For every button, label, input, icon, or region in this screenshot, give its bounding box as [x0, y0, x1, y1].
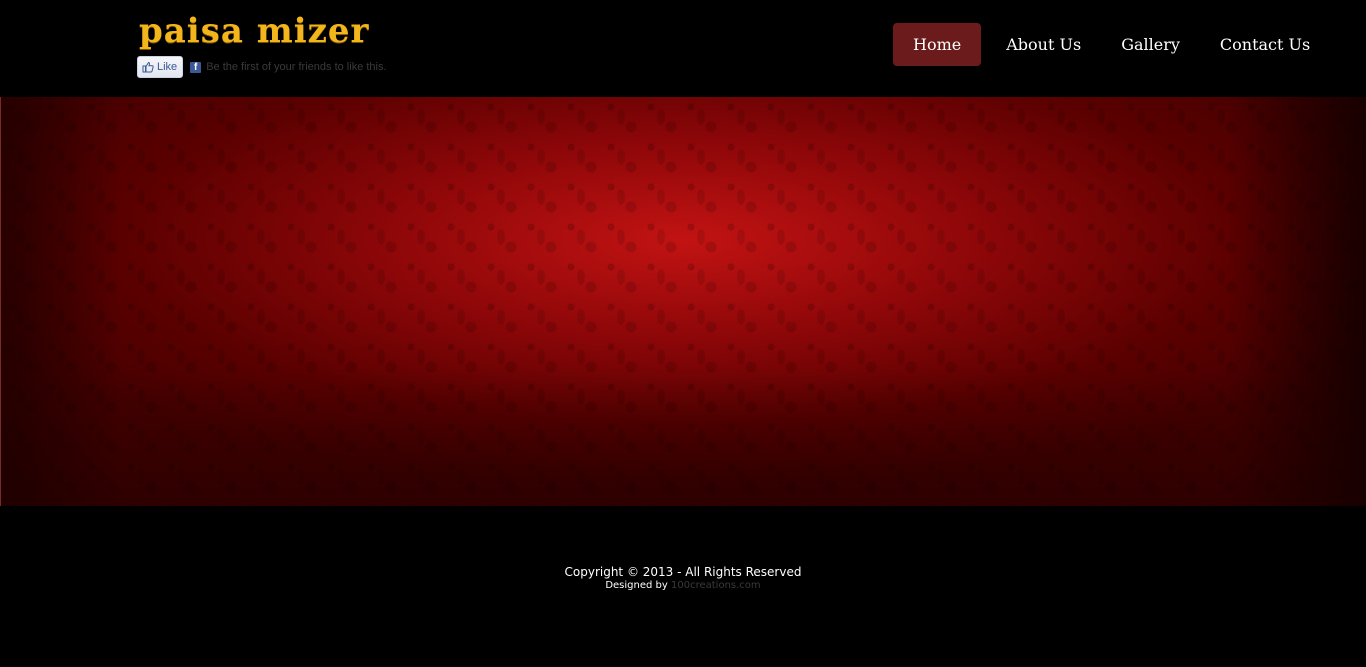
nav-item-contact-us[interactable]: Contact Us	[1200, 23, 1330, 66]
facebook-like-button[interactable]: Like	[137, 56, 184, 78]
facebook-icon: f	[190, 61, 202, 73]
facebook-like-label: Like	[157, 61, 178, 73]
nav-item-home[interactable]: Home	[893, 23, 982, 66]
nav-item-about-us[interactable]: About Us	[986, 23, 1101, 66]
nav-item-gallery[interactable]: Gallery	[1101, 23, 1200, 66]
site-header: paisa mizer Like f Be the first of your …	[0, 0, 1366, 97]
thumbs-up-icon	[142, 61, 154, 73]
facebook-like-widget: Like f Be the first of your friends to l…	[137, 56, 387, 78]
page: paisa mizer Like f Be the first of your …	[0, 0, 1366, 667]
designer-link[interactable]: 100creations.com	[671, 580, 761, 591]
main-navigation: Home About Us Gallery Contact Us	[893, 23, 1330, 66]
designed-by-line: Designed by 100creations.com	[0, 580, 1366, 591]
hero-banner	[0, 97, 1366, 506]
facebook-social-text: Be the first of your friends to like thi…	[206, 61, 387, 73]
site-logo[interactable]: paisa mizer	[139, 9, 369, 53]
site-footer: Copyright © 2013 - All Rights Reserved D…	[0, 506, 1366, 667]
designed-by-label: Designed by	[605, 580, 668, 591]
banner-shade-bottom	[1, 366, 1366, 506]
copyright-text: Copyright © 2013 - All Rights Reserved	[564, 565, 802, 579]
